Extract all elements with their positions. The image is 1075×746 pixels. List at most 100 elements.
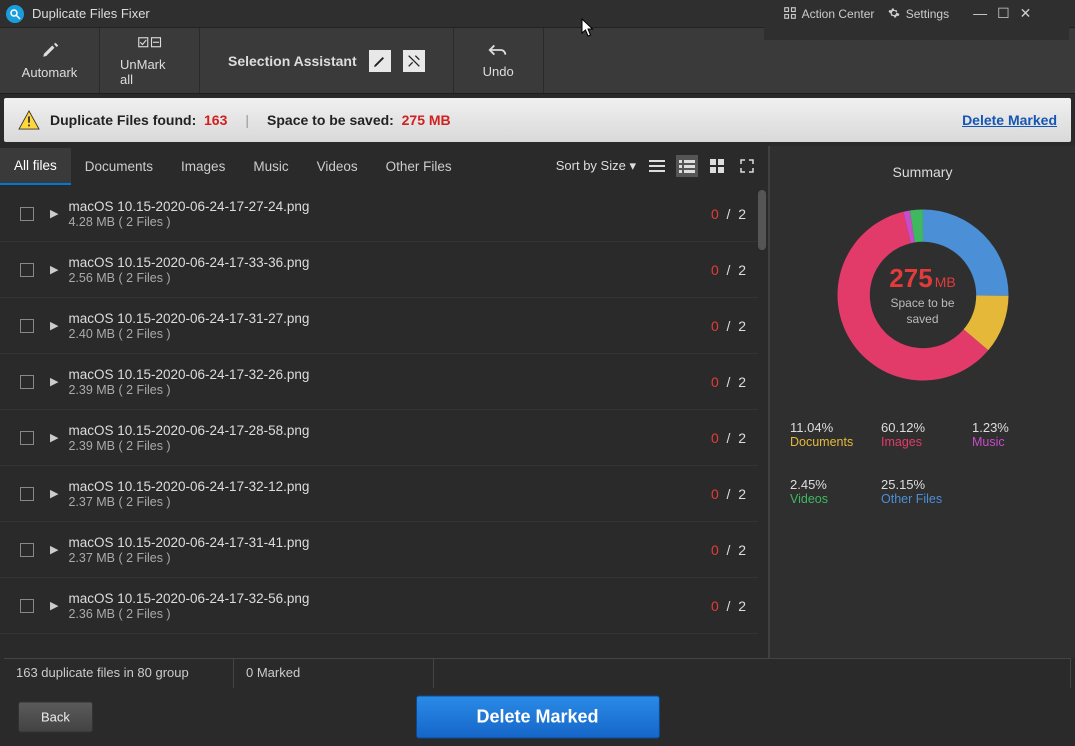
summary-donut-chart: 275MB Space to be saved — [828, 200, 1018, 390]
file-row[interactable]: ▶ macOS 10.15-2020-06-24-17-31-27.png2.40… — [0, 298, 758, 354]
delete-marked-button[interactable]: Delete Marked — [415, 696, 659, 739]
view-detail-icon[interactable] — [676, 155, 698, 177]
stat-documents: 11.04%Documents — [790, 420, 873, 449]
scrollbar[interactable] — [758, 190, 766, 250]
info-bar: Duplicate Files found: 163 | Space to be… — [4, 98, 1071, 142]
fullscreen-icon[interactable] — [736, 155, 758, 177]
stat-music: 1.23%Music — [972, 420, 1055, 449]
tools-icon — [403, 50, 425, 72]
status-bar: 163 duplicate files in 80 group 0 Marked — [4, 658, 1071, 688]
stat-other-files: 25.15%Other Files — [881, 477, 964, 506]
expand-icon[interactable]: ▶ — [50, 375, 58, 388]
warning-icon — [18, 110, 40, 130]
row-checkbox[interactable] — [20, 487, 34, 501]
maximize-button[interactable]: ☐ — [997, 5, 1010, 22]
found-count: 163 — [204, 112, 227, 128]
selection-count: 0 / 2 — [711, 598, 746, 614]
minimize-button[interactable]: — — [973, 5, 987, 22]
status-marked-count: 0 Marked — [234, 659, 434, 688]
status-group-count: 163 duplicate files in 80 group — [4, 659, 234, 688]
expand-icon[interactable]: ▶ — [50, 487, 58, 500]
file-list: ▶ macOS 10.15-2020-06-24-17-27-24.png4.28… — [0, 186, 768, 658]
row-checkbox[interactable] — [20, 263, 34, 277]
file-row[interactable]: ▶ macOS 10.15-2020-06-24-17-27-24.png4.28… — [0, 186, 758, 242]
sort-dropdown[interactable]: Sort by Size ▾ — [556, 158, 646, 174]
file-name: macOS 10.15-2020-06-24-17-32-56.png — [68, 590, 711, 608]
file-meta: 2.39 MB ( 2 Files ) — [68, 439, 711, 453]
row-checkbox[interactable] — [20, 207, 34, 221]
stat-pct: 11.04% — [790, 420, 873, 435]
action-center-button[interactable]: Action Center — [784, 7, 874, 21]
view-list-icon[interactable] — [646, 155, 668, 177]
file-meta: 2.37 MB ( 2 Files ) — [68, 551, 711, 565]
selection-assistant-button[interactable]: Selection Assistant — [200, 28, 454, 93]
summary-panel: Summary 275MB Space to be saved 11.04%Do… — [770, 146, 1075, 658]
view-grid-icon[interactable] — [706, 155, 728, 177]
file-meta: 2.40 MB ( 2 Files ) — [68, 327, 711, 341]
titlebar: Duplicate Files Fixer Action Center Sett… — [0, 0, 1075, 28]
stat-label: Documents — [790, 435, 873, 449]
tab-videos[interactable]: Videos — [303, 149, 372, 184]
summary-title: Summary — [790, 164, 1055, 180]
row-checkbox[interactable] — [20, 319, 34, 333]
file-name: macOS 10.15-2020-06-24-17-32-12.png — [68, 478, 711, 496]
tab-all-files[interactable]: All files — [0, 148, 71, 185]
expand-icon[interactable]: ▶ — [50, 263, 58, 276]
stat-images: 60.12%Images — [881, 420, 964, 449]
undo-button[interactable]: Undo — [454, 28, 544, 93]
stat-videos: 2.45%Videos — [790, 477, 873, 506]
file-name: macOS 10.15-2020-06-24-17-27-24.png — [68, 198, 711, 216]
selection-count: 0 / 2 — [711, 374, 746, 390]
expand-icon[interactable]: ▶ — [50, 319, 58, 332]
file-meta: 2.56 MB ( 2 Files ) — [68, 271, 711, 285]
file-row[interactable]: ▶ macOS 10.15-2020-06-24-17-32-56.png2.36… — [0, 578, 758, 634]
stat-label: Images — [881, 435, 964, 449]
tab-documents[interactable]: Documents — [71, 149, 167, 184]
stat-label: Videos — [790, 492, 873, 506]
stat-pct: 2.45% — [790, 477, 873, 492]
expand-icon[interactable]: ▶ — [50, 207, 58, 220]
file-meta: 2.36 MB ( 2 Files ) — [68, 607, 711, 621]
tab-music[interactable]: Music — [239, 149, 302, 184]
settings-button[interactable]: Settings — [888, 7, 949, 21]
file-meta: 2.39 MB ( 2 Files ) — [68, 383, 711, 397]
tab-images[interactable]: Images — [167, 149, 239, 184]
app-title: Duplicate Files Fixer — [32, 6, 150, 21]
filter-tabs: All files Documents Images Music Videos … — [0, 146, 768, 186]
found-label: Duplicate Files found: — [50, 112, 196, 128]
file-row[interactable]: ▶macOS 10.15-2020-06-24-17-33-36.png2.56… — [0, 242, 758, 298]
file-meta: 2.37 MB ( 2 Files ) — [68, 495, 711, 509]
row-checkbox[interactable] — [20, 375, 34, 389]
back-button[interactable]: Back — [18, 702, 93, 733]
file-row[interactable]: ▶macOS 10.15-2020-06-24-17-28-58.png2.39… — [0, 410, 758, 466]
bottom-bar: Back Delete Marked — [0, 688, 1075, 746]
selection-count: 0 / 2 — [711, 486, 746, 502]
file-name: macOS 10.15-2020-06-24-17-32-26.png — [68, 366, 711, 384]
donut-value: 275 — [889, 263, 932, 293]
close-button[interactable]: ✕ — [1020, 5, 1032, 22]
file-meta: 4.28 MB ( 2 Files ) — [68, 215, 711, 229]
donut-label: Space to be saved — [889, 296, 955, 327]
file-row[interactable]: ▶ macOS 10.15-2020-06-24-17-32-12.png2.37… — [0, 466, 758, 522]
row-checkbox[interactable] — [20, 543, 34, 557]
expand-icon[interactable]: ▶ — [50, 431, 58, 444]
expand-icon[interactable]: ▶ — [50, 599, 58, 612]
unmark-all-button[interactable]: UnMark all — [100, 28, 200, 93]
row-checkbox[interactable] — [20, 599, 34, 613]
stat-pct: 1.23% — [972, 420, 1055, 435]
file-name: macOS 10.15-2020-06-24-17-31-41.png — [68, 534, 711, 552]
app-logo-icon — [6, 5, 24, 23]
file-row[interactable]: ▶ macOS 10.15-2020-06-24-17-31-41.png2.37… — [0, 522, 758, 578]
selection-count: 0 / 2 — [711, 318, 746, 334]
automark-button[interactable]: Automark — [0, 28, 100, 93]
chevron-down-icon: ▾ — [629, 158, 636, 173]
delete-marked-link[interactable]: Delete Marked — [962, 112, 1057, 128]
stat-label: Music — [972, 435, 1055, 449]
stat-label: Other Files — [881, 492, 964, 506]
stat-pct: 60.12% — [881, 420, 964, 435]
expand-icon[interactable]: ▶ — [50, 543, 58, 556]
tab-other[interactable]: Other Files — [372, 149, 466, 184]
row-checkbox[interactable] — [20, 431, 34, 445]
file-name: macOS 10.15-2020-06-24-17-31-27.png — [68, 310, 711, 328]
file-row[interactable]: ▶ macOS 10.15-2020-06-24-17-32-26.png2.39… — [0, 354, 758, 410]
